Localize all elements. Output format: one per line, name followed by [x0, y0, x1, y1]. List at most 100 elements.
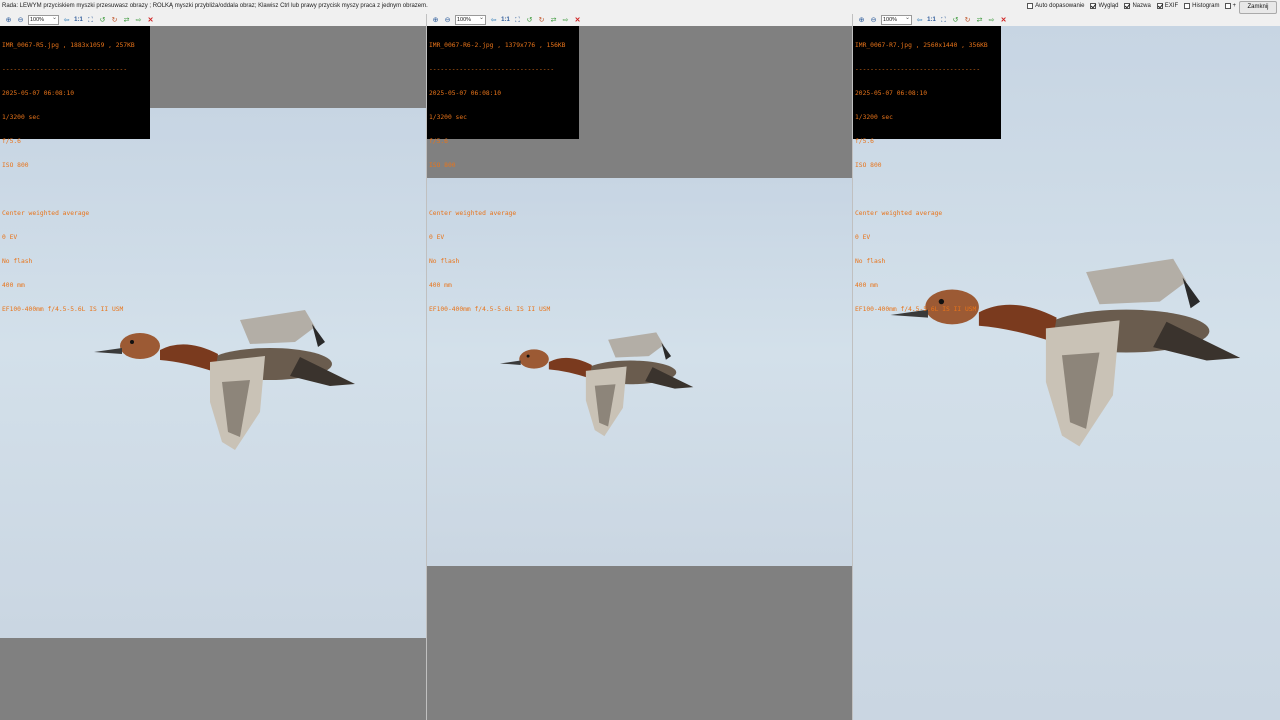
option-auto-fit[interactable]: Auto dopasowanie — [1027, 3, 1084, 9]
exif-focal: 400 mm — [2, 282, 25, 289]
exif-aperture: f/5.6 — [429, 138, 448, 145]
image-panel-3[interactable]: ⊕ ⊖ 100% ⇦ 1:1 ⛶ ↺ ↻ ⇄ ⇨ ✕ IMR_0067-R7.j… — [853, 14, 1280, 720]
close-panel-icon[interactable]: ✕ — [573, 16, 582, 25]
exif-lens: EF100-400mm f/4.5-5.6L IS II USM — [2, 306, 124, 313]
arrow-left-icon[interactable]: ⇦ — [489, 16, 498, 25]
rotate-right-icon[interactable]: ↻ — [110, 16, 119, 25]
exif-focal: 400 mm — [855, 282, 878, 289]
actual-size-button[interactable]: 1:1 — [501, 16, 510, 25]
exif-aperture: f/5.6 — [2, 138, 21, 145]
option-exif[interactable]: EXIF — [1156, 3, 1179, 9]
exif-ev: 0 EV — [2, 234, 18, 241]
exif-blank — [855, 186, 999, 194]
exif-overlay: IMR_0067-R7.jpg , 2560x1440 , 356KB ----… — [853, 26, 1001, 313]
next-icon[interactable]: ⇨ — [134, 16, 143, 25]
arrow-left-icon[interactable]: ⇦ — [62, 16, 71, 25]
image-panel-1[interactable]: ⊕ ⊖ 100% ⇦ 1:1 ⛶ ↺ ↻ ⇄ ⇨ ✕ IMR_0067-R5.j… — [0, 14, 427, 720]
option-appearance[interactable]: Wygląd — [1090, 3, 1118, 9]
duck-photo — [499, 332, 694, 437]
separator: --------------------------------- — [429, 66, 555, 73]
rotate-left-icon[interactable]: ↺ — [525, 16, 534, 25]
fit-to-window-icon[interactable]: ⛶ — [86, 16, 95, 25]
exif-metering: Center weighted average — [429, 210, 517, 217]
close-panel-icon[interactable]: ✕ — [146, 16, 155, 25]
next-icon[interactable]: ⇨ — [987, 16, 996, 25]
panel-toolbar: ⊕ ⊖ 100% ⇦ 1:1 ⛶ ↺ ↻ ⇄ ⇨ ✕ — [853, 14, 1280, 26]
name-checkbox[interactable] — [1124, 3, 1131, 9]
close-button[interactable]: Zamknij — [1239, 1, 1277, 14]
separator: --------------------------------- — [855, 66, 981, 73]
exif-blank — [2, 186, 148, 194]
hint-text: Rada: LEWYM przyciskiem myszki przesuwas… — [2, 3, 428, 9]
plus-label: + — [1232, 3, 1236, 9]
exif-checkbox[interactable] — [1156, 3, 1163, 9]
zoom-in-icon[interactable]: ⊕ — [857, 16, 866, 25]
panel-toolbar: ⊕ ⊖ 100% ⇦ 1:1 ⛶ ↺ ↻ ⇄ ⇨ ✕ — [0, 14, 426, 26]
close-panel-icon[interactable]: ✕ — [999, 16, 1008, 25]
option-label: Wygląd — [1098, 3, 1119, 9]
rotate-right-icon[interactable]: ↻ — [537, 16, 546, 25]
zoom-in-icon[interactable]: ⊕ — [4, 16, 13, 25]
top-bar: Rada: LEWYM przyciskiem myszki przesuwas… — [0, 0, 1280, 15]
actual-size-button[interactable]: 1:1 — [74, 16, 83, 25]
exif-ev: 0 EV — [429, 234, 445, 241]
exif-metering: Center weighted average — [2, 210, 90, 217]
zoom-select[interactable]: 100% — [455, 14, 486, 25]
option-label: EXIF — [1164, 3, 1179, 9]
flip-icon[interactable]: ⇄ — [975, 16, 984, 25]
zoom-out-icon[interactable]: ⊖ — [869, 16, 878, 25]
add-panel-control[interactable]: + — [1225, 3, 1236, 9]
exif-lens: EF100-400mm f/4.5-5.6L IS II USM — [855, 306, 977, 313]
file-info: IMR_0067-R6-2.jpg , 1379x776 , 156KB — [429, 42, 566, 49]
exif-overlay: IMR_0067-R6-2.jpg , 1379x776 , 156KB ---… — [427, 26, 579, 313]
zoom-select[interactable]: 100% — [881, 14, 912, 25]
exif-date: 2025-05-07 06:08:10 — [2, 90, 75, 97]
zoom-out-icon[interactable]: ⊖ — [443, 16, 452, 25]
exif-iso: ISO 800 — [855, 162, 882, 169]
exif-shutter: 1/3200 sec — [429, 114, 467, 121]
exif-focal: 400 mm — [429, 282, 452, 289]
exif-date: 2025-05-07 06:08:10 — [429, 90, 502, 97]
exif-shutter: 1/3200 sec — [2, 114, 40, 121]
exif-ev: 0 EV — [855, 234, 871, 241]
exif-flash: No flash — [855, 258, 886, 265]
flip-icon[interactable]: ⇄ — [122, 16, 131, 25]
exif-metering: Center weighted average — [855, 210, 943, 217]
exif-date: 2025-05-07 06:08:10 — [855, 90, 928, 97]
file-info: IMR_0067-R7.jpg , 2560x1440 , 356KB — [855, 42, 988, 49]
zoom-in-icon[interactable]: ⊕ — [431, 16, 440, 25]
file-info: IMR_0067-R5.jpg , 1883x1059 , 257KB — [2, 42, 135, 49]
panel-toolbar: ⊕ ⊖ 100% ⇦ 1:1 ⛶ ↺ ↻ ⇄ ⇨ ✕ — [427, 14, 852, 26]
rotate-left-icon[interactable]: ↺ — [98, 16, 107, 25]
option-histogram[interactable]: Histogram — [1184, 3, 1219, 9]
zoom-out-icon[interactable]: ⊖ — [16, 16, 25, 25]
separator: --------------------------------- — [2, 66, 128, 73]
image-panel-2[interactable]: ⊕ ⊖ 100% ⇦ 1:1 ⛶ ↺ ↻ ⇄ ⇨ ✕ IMR_0067-R6-2… — [427, 14, 853, 720]
appearance-checkbox[interactable] — [1090, 3, 1097, 9]
actual-size-button[interactable]: 1:1 — [927, 16, 936, 25]
exif-flash: No flash — [2, 258, 33, 265]
auto-fit-checkbox[interactable] — [1027, 3, 1034, 9]
exif-iso: ISO 800 — [429, 162, 456, 169]
arrow-left-icon[interactable]: ⇦ — [915, 16, 924, 25]
exif-lens: EF100-400mm f/4.5-5.6L IS II USM — [429, 306, 551, 313]
exif-overlay: IMR_0067-R5.jpg , 1883x1059 , 257KB ----… — [0, 26, 150, 313]
option-label: Histogram — [1192, 3, 1220, 9]
exif-shutter: 1/3200 sec — [855, 114, 893, 121]
fit-to-window-icon[interactable]: ⛶ — [513, 16, 522, 25]
fit-to-window-icon[interactable]: ⛶ — [939, 16, 948, 25]
option-name[interactable]: Nazwa — [1124, 3, 1151, 9]
add-panel-checkbox[interactable] — [1225, 3, 1232, 9]
option-label: Nazwa — [1132, 3, 1151, 9]
flip-icon[interactable]: ⇄ — [549, 16, 558, 25]
exif-flash: No flash — [429, 258, 460, 265]
histogram-checkbox[interactable] — [1184, 3, 1191, 9]
zoom-select[interactable]: 100% — [28, 14, 59, 25]
rotate-left-icon[interactable]: ↺ — [951, 16, 960, 25]
option-label: Auto dopasowanie — [1035, 3, 1085, 9]
exif-blank — [429, 186, 577, 194]
options-bar: Auto dopasowanie Wygląd Nazwa EXIF Histo… — [1027, 3, 1236, 9]
exif-iso: ISO 800 — [2, 162, 29, 169]
next-icon[interactable]: ⇨ — [561, 16, 570, 25]
rotate-right-icon[interactable]: ↻ — [963, 16, 972, 25]
